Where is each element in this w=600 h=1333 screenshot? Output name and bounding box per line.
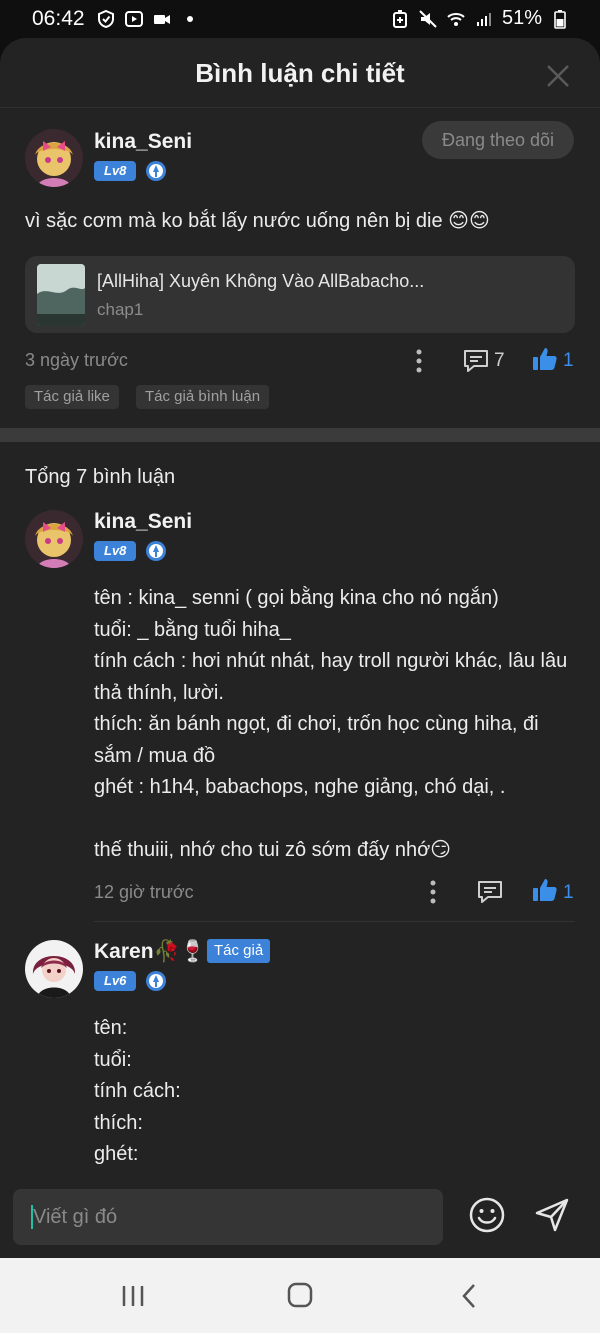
battery-icon [554, 9, 566, 29]
like-icon[interactable] [531, 345, 559, 373]
level-badge: Lv8 [94, 541, 137, 561]
emoji-icon[interactable] [468, 1196, 506, 1234]
comment-time: 3 ngày trước [25, 350, 128, 370]
story-title: [AllHiha] Xuyên Không Vào AllBabacho... [97, 271, 425, 291]
rank-icon [146, 971, 166, 991]
rank-icon [146, 161, 166, 181]
level-badge: Lv8 [94, 161, 137, 181]
video-camera-icon [154, 15, 170, 24]
username[interactable]: Karen🥀🍷 [94, 940, 206, 964]
reply-icon[interactable] [462, 347, 490, 375]
total-comments-label: Tổng 7 bình luận [25, 466, 176, 488]
like-icon[interactable] [531, 876, 559, 904]
media-icon [125, 11, 143, 27]
reply-text: tên : kina_ senni ( gọi bằng kina cho nó… [94, 587, 568, 861]
avatar[interactable] [25, 510, 83, 568]
comment-detail-sheet: Bình luận chi tiết kina_Seni Lv8 Đang th… [0, 38, 600, 1258]
back-icon[interactable] [455, 1282, 485, 1310]
level-badge: Lv6 [94, 971, 137, 991]
battery-percent: 51% [501, 7, 542, 29]
reply-text: tên: tuổi: tính cách: thích: ghét: [94, 1017, 181, 1165]
send-icon[interactable] [533, 1196, 571, 1234]
comment-text: vì sặc cơm mà ko bắt lấy nước uống nên b… [25, 210, 490, 232]
sheet-header: Bình luận chi tiết [0, 38, 600, 108]
status-right: 51% [390, 7, 570, 30]
section-divider [0, 428, 600, 442]
more-options-icon[interactable] [405, 347, 433, 375]
notification-dot-icon [187, 16, 193, 22]
battery-saver-icon [392, 9, 407, 28]
author-badge: Tác giả [207, 939, 271, 963]
sheet-title: Bình luận chi tiết [195, 58, 405, 88]
shield-icon [98, 9, 114, 29]
recent-apps-icon[interactable] [118, 1282, 148, 1310]
status-time: 06:42 [32, 7, 85, 30]
reply-count: 7 [494, 350, 505, 371]
status-bar: 06:42 51% [0, 0, 600, 38]
signal-icon [476, 12, 491, 26]
story-card[interactable]: [AllHiha] Xuyên Không Vào AllBabacho... … [25, 256, 575, 333]
home-icon[interactable] [285, 1282, 315, 1310]
text-cursor [31, 1205, 33, 1229]
tag-author-comment: Tác giả bình luận [136, 385, 270, 409]
story-thumbnail [37, 264, 85, 326]
reply-time: 12 giờ trước [94, 882, 194, 902]
comment-input[interactable] [13, 1189, 443, 1245]
username[interactable]: kina_Seni [94, 510, 192, 534]
reply-divider [94, 921, 575, 922]
system-nav-bar [0, 1258, 600, 1333]
close-icon[interactable] [544, 62, 572, 90]
reply-icon[interactable] [476, 878, 504, 906]
following-button[interactable]: Đang theo dõi [422, 121, 574, 159]
like-count: 1 [563, 882, 574, 903]
mute-icon [419, 9, 437, 28]
avatar[interactable] [25, 129, 83, 187]
story-chapter: chap1 [97, 300, 144, 319]
username[interactable]: kina_Seni [94, 130, 192, 154]
wifi-icon [447, 12, 465, 26]
more-options-icon[interactable] [419, 878, 447, 906]
comment-input-bar [0, 1175, 600, 1258]
avatar[interactable] [25, 940, 83, 998]
status-left-icons [96, 9, 200, 29]
tag-author-like: Tác giả like [25, 385, 119, 409]
rank-icon [146, 541, 166, 561]
like-count: 1 [563, 350, 574, 371]
